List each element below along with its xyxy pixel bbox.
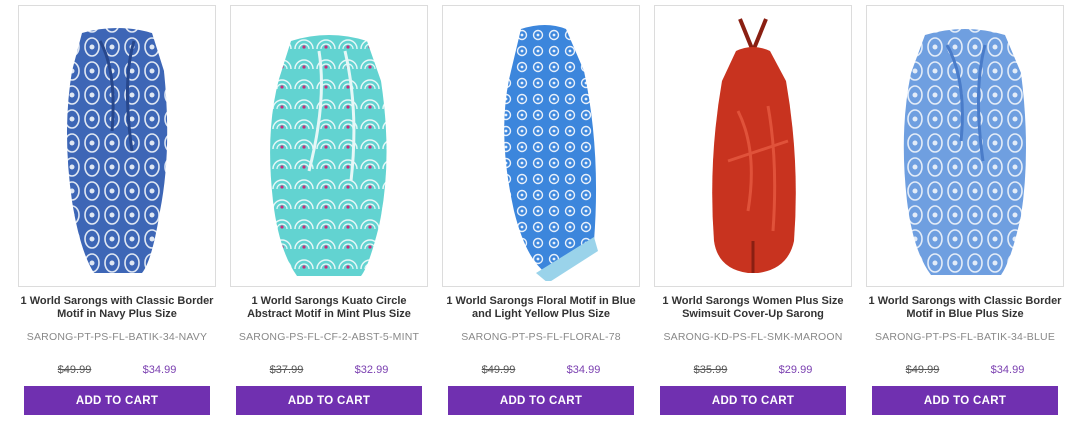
original-price: $49.99 — [57, 364, 92, 376]
product-card: 1 World Sarongs with Classic Border Moti… — [866, 5, 1064, 415]
product-title[interactable]: 1 World Sarongs Women Plus Size Swimsuit… — [654, 295, 852, 325]
price-row: $37.99 $32.99 — [230, 364, 428, 376]
sale-price: $29.99 — [778, 364, 813, 376]
product-card: 1 World Sarongs with Classic Border Moti… — [18, 5, 216, 415]
product-image[interactable] — [18, 5, 216, 287]
product-grid: 1 World Sarongs with Classic Border Moti… — [0, 0, 1075, 434]
original-price: $35.99 — [693, 364, 728, 376]
sale-price: $32.99 — [354, 364, 389, 376]
product-card: 1 World Sarongs Kuato Circle Abstract Mo… — [230, 5, 428, 415]
add-to-cart-button[interactable]: ADD TO CART — [236, 386, 422, 415]
add-to-cart-button[interactable]: ADD TO CART — [24, 386, 210, 415]
sale-price: $34.99 — [990, 364, 1025, 376]
product-title[interactable]: 1 World Sarongs Kuato Circle Abstract Mo… — [230, 295, 428, 325]
add-to-cart-button[interactable]: ADD TO CART — [448, 386, 634, 415]
original-price: $37.99 — [269, 364, 304, 376]
price-row: $49.99 $34.99 — [866, 364, 1064, 376]
sale-price: $34.99 — [566, 364, 601, 376]
price-row: $35.99 $29.99 — [654, 364, 852, 376]
product-sku: SARONG-PS-FL-CF-2-ABST-5-MINT — [238, 331, 420, 343]
product-title[interactable]: 1 World Sarongs with Classic Border Moti… — [18, 295, 216, 325]
original-price: $49.99 — [905, 364, 940, 376]
product-image[interactable] — [442, 5, 640, 287]
product-card: 1 World Sarongs Women Plus Size Swimsuit… — [654, 5, 852, 415]
add-to-cart-button[interactable]: ADD TO CART — [872, 386, 1058, 415]
price-row: $49.99 $34.99 — [18, 364, 216, 376]
original-price: $49.99 — [481, 364, 516, 376]
price-row: $49.99 $34.99 — [442, 364, 640, 376]
product-sku: SARONG-KD-PS-FL-SMK-MAROON — [663, 331, 843, 343]
product-sku: SARONG-PT-PS-FL-BATIK-34-BLUE — [874, 331, 1056, 343]
product-title[interactable]: 1 World Sarongs with Classic Border Moti… — [866, 295, 1064, 325]
product-sku: SARONG-PT-PS-FL-FLORAL-78 — [461, 331, 621, 343]
sale-price: $34.99 — [142, 364, 177, 376]
product-title[interactable]: 1 World Sarongs Floral Motif in Blue and… — [442, 295, 640, 325]
product-image[interactable] — [654, 5, 852, 287]
product-image[interactable] — [230, 5, 428, 287]
product-sku: SARONG-PT-PS-FL-BATIK-34-NAVY — [26, 331, 208, 343]
product-card: 1 World Sarongs Floral Motif in Blue and… — [442, 5, 640, 415]
product-image[interactable] — [866, 5, 1064, 287]
add-to-cart-button[interactable]: ADD TO CART — [660, 386, 846, 415]
